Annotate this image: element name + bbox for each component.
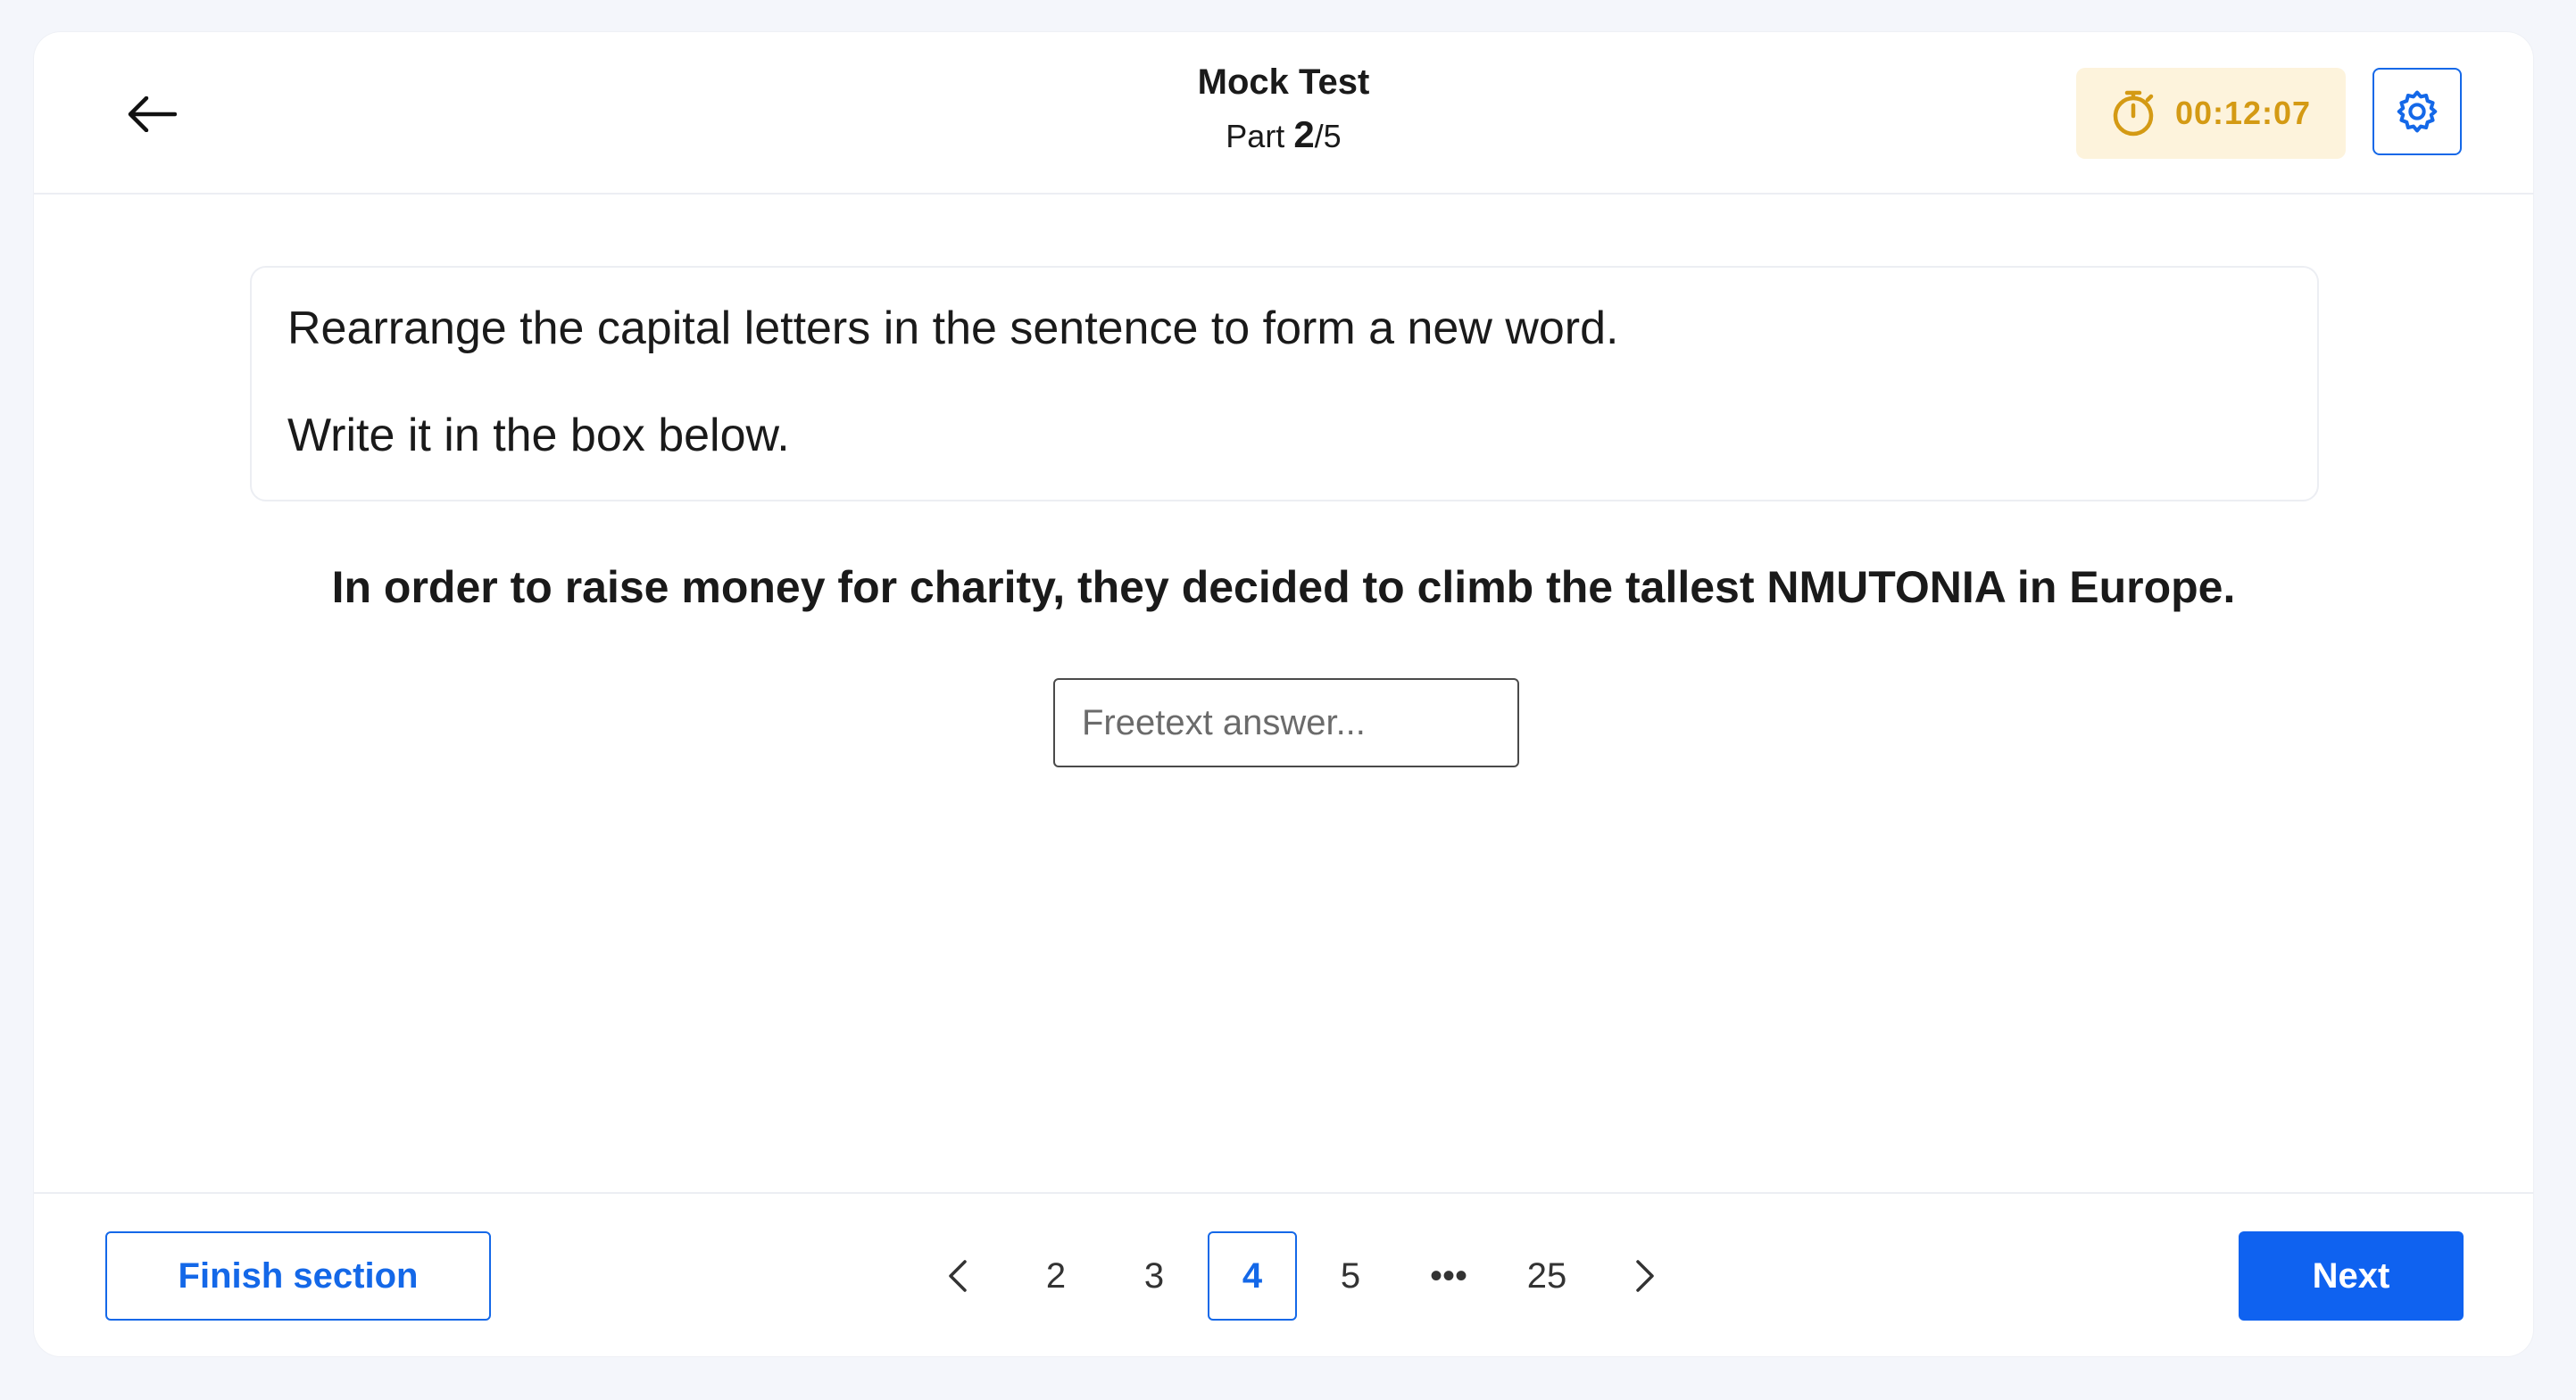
next-page-button[interactable] [1600,1231,1690,1321]
part-suffix: /5 [1314,118,1342,154]
part-current: 2 [1293,113,1315,155]
chevron-left-icon [949,1260,967,1292]
finish-section-button[interactable]: Finish section [105,1231,491,1321]
settings-button[interactable] [2372,68,2462,155]
page-ellipsis: ••• [1429,1255,1467,1296]
instruction-line-2: Write it in the box below. [287,410,790,461]
prev-page-button[interactable] [913,1231,1002,1321]
part-prefix: Part [1226,118,1294,154]
stopwatch-icon [2113,90,2154,137]
timer-badge: 00:12:07 [2076,68,2346,159]
page-button-3[interactable]: 3 [1109,1231,1199,1321]
timer-text: 00:12:07 [2174,95,2312,131]
question-text: In order to raise money for charity, the… [331,562,2236,612]
page-button-4-current[interactable]: 4 [1208,1231,1297,1321]
page-button-5[interactable]: 5 [1306,1231,1395,1321]
gear-icon [2397,90,2438,133]
header: Mock Test Part 2/5 00:12:07 [34,32,2533,195]
instruction-box: Rearrange the capital letters in the sen… [250,266,2319,501]
answer-input[interactable] [1053,678,1519,767]
page-button-25[interactable]: 25 [1502,1231,1591,1321]
test-card: Mock Test Part 2/5 00:12:07 Rearrange th… [34,32,2533,1356]
chevron-right-icon [1636,1260,1654,1292]
footer: Finish section 2 3 4 5 ••• 25 Next [34,1192,2533,1356]
page-button-2[interactable]: 2 [1011,1231,1101,1321]
instruction-line-1: Rearrange the capital letters in the sen… [287,302,1619,354]
pagination: 2 3 4 5 ••• 25 [909,1231,1694,1321]
app-frame: Mock Test Part 2/5 00:12:07 Rearrange th… [0,0,2576,1400]
next-button[interactable]: Next [2239,1231,2464,1321]
